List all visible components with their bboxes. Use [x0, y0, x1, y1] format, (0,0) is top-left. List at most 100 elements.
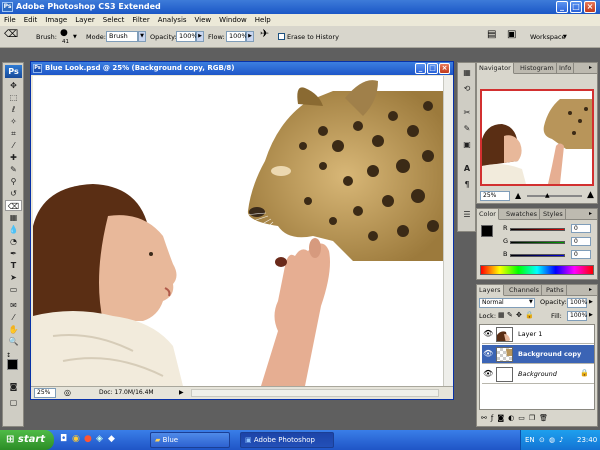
browser-icon[interactable]: ◉: [72, 434, 80, 444]
foreground-color-swatch[interactable]: [7, 359, 18, 370]
navigator-zoom-slider[interactable]: [527, 195, 582, 197]
quick-launch-icon[interactable]: ◆: [108, 434, 115, 444]
navigator-zoom-input[interactable]: 25%: [480, 191, 510, 201]
layer-row-layer-1[interactable]: 👁 Layer 1: [482, 325, 594, 344]
red-slider[interactable]: [510, 228, 565, 231]
zoom-out-icon[interactable]: ▲: [515, 191, 521, 200]
taskbar-button-photoshop[interactable]: ▣ Adobe Photoshop CS...: [240, 432, 334, 448]
color-ramp[interactable]: [480, 265, 594, 275]
eraser-tool-icon[interactable]: ⌫: [4, 30, 18, 40]
green-value-input[interactable]: 0: [571, 237, 591, 246]
start-button[interactable]: ⊞ start: [0, 430, 54, 450]
brushes-panel-icon[interactable]: ✎: [461, 123, 473, 135]
menu-analysis[interactable]: Analysis: [154, 14, 191, 26]
lock-pixels-icon[interactable]: ✎: [507, 311, 513, 319]
crop-tool-icon[interactable]: ⌗: [5, 128, 22, 139]
green-slider[interactable]: [510, 241, 565, 244]
pen-tool-icon[interactable]: ✒: [5, 248, 22, 259]
layer-opacity-input[interactable]: 100%: [567, 298, 587, 308]
navigator-panel-icon[interactable]: ▦: [461, 67, 473, 79]
menu-layer[interactable]: Layer: [71, 14, 99, 26]
history-brush-tool-icon[interactable]: ↺: [5, 188, 22, 199]
menu-filter[interactable]: Filter: [128, 14, 153, 26]
path-selection-tool-icon[interactable]: ➤: [5, 272, 22, 283]
tab-channels[interactable]: Channels: [507, 285, 543, 296]
tab-paths[interactable]: Paths: [544, 285, 567, 296]
blur-tool-icon[interactable]: 💧: [5, 224, 22, 235]
healing-brush-tool-icon[interactable]: ✚: [5, 152, 22, 163]
link-layers-icon[interactable]: ⚯: [481, 414, 491, 422]
document-title-bar[interactable]: Ps Blue Look.psd @ 25% (Background copy,…: [31, 62, 453, 75]
lock-position-icon[interactable]: ✥: [516, 311, 522, 319]
blend-mode-dropdown-icon[interactable]: ▼: [529, 299, 533, 305]
erase-to-history-checkbox[interactable]: [278, 33, 285, 40]
doc-maximize-button[interactable]: □: [427, 63, 438, 74]
visibility-eye-icon[interactable]: 👁: [483, 369, 493, 379]
quick-mask-icon[interactable]: ◙: [5, 381, 22, 392]
fill-slider-icon[interactable]: ▶: [589, 312, 593, 318]
vertical-scrollbar[interactable]: [443, 76, 453, 386]
menu-file[interactable]: File: [0, 14, 20, 26]
new-layer-icon[interactable]: ❐: [529, 414, 539, 422]
marquee-tool-icon[interactable]: ⬚: [5, 92, 22, 103]
tab-navigator[interactable]: Navigator: [477, 63, 514, 74]
tab-color[interactable]: Color: [477, 209, 499, 220]
lasso-tool-icon[interactable]: ℓ: [5, 104, 22, 115]
navigator-preview[interactable]: [480, 89, 594, 186]
zoom-tool-icon[interactable]: 🔍: [5, 336, 22, 347]
swap-colors-icon[interactable]: ↕: [6, 352, 11, 359]
red-value-input[interactable]: 0: [571, 224, 591, 233]
tab-info[interactable]: Info: [557, 63, 575, 74]
workspace-button[interactable]: Workspace: [530, 32, 566, 42]
tab-layers[interactable]: Layers: [477, 285, 504, 296]
magic-wand-tool-icon[interactable]: ✧: [5, 116, 22, 127]
show-desktop-icon[interactable]: ◘: [60, 434, 67, 444]
move-tool-icon[interactable]: ✥: [5, 80, 22, 91]
visibility-eye-icon[interactable]: 👁: [483, 349, 493, 359]
mode-dropdown-icon[interactable]: ▼: [138, 31, 146, 42]
photoshop-logo[interactable]: Ps: [5, 65, 22, 78]
layer-row-background-copy[interactable]: 👁 Background copy: [482, 345, 594, 364]
menu-help[interactable]: Help: [251, 14, 275, 26]
flow-slider-icon[interactable]: ▶: [246, 31, 254, 42]
character-panel-icon[interactable]: A: [461, 163, 473, 175]
fill-input[interactable]: 100%: [567, 311, 587, 321]
maximize-button[interactable]: □: [570, 1, 582, 13]
tray-icon-2[interactable]: ◍: [549, 430, 555, 450]
tab-histogram[interactable]: Histogram: [518, 63, 557, 74]
doc-close-button[interactable]: ×: [439, 63, 450, 74]
opacity-slider-icon[interactable]: ▶: [196, 31, 204, 42]
horizontal-scrollbar[interactable]: [191, 389, 439, 397]
eyedropper-sample-tool-icon[interactable]: ⁄: [5, 312, 22, 323]
doc-minimize-button[interactable]: _: [415, 63, 426, 74]
tab-styles[interactable]: Styles: [541, 209, 566, 220]
screen-mode-icon[interactable]: ▢: [5, 397, 22, 408]
layer-opacity-slider-icon[interactable]: ▶: [589, 299, 593, 305]
airbrush-icon[interactable]: ✈: [260, 28, 269, 39]
opacity-input[interactable]: 100%: [176, 31, 198, 42]
visibility-eye-icon[interactable]: 👁: [483, 329, 493, 339]
close-button[interactable]: ×: [584, 1, 596, 13]
explorer-icon[interactable]: ◈: [96, 434, 103, 444]
blue-value-input[interactable]: 0: [571, 250, 591, 259]
file-browser-icon[interactable]: ▤: [487, 30, 496, 40]
paragraph-panel-icon[interactable]: ¶: [461, 179, 473, 191]
menu-image[interactable]: Image: [41, 14, 71, 26]
status-menu-icon[interactable]: ▶: [179, 387, 184, 399]
zoom-slider-thumb[interactable]: ▲: [545, 192, 550, 199]
new-group-icon[interactable]: ▭: [518, 414, 529, 422]
delete-layer-icon[interactable]: 🗑: [539, 414, 552, 422]
layer-mask-icon[interactable]: ◙: [497, 414, 508, 422]
layer-comps-icon[interactable]: ☰: [461, 209, 473, 221]
shape-tool-icon[interactable]: ▭: [5, 284, 22, 295]
workspace-dropdown-icon[interactable]: ▼: [563, 32, 567, 42]
notes-tool-icon[interactable]: ✉: [5, 300, 22, 311]
color-foreground-swatch[interactable]: [481, 225, 493, 237]
tools-preset-icon[interactable]: ✂: [461, 107, 473, 119]
panel-menu-icon[interactable]: ▸: [589, 64, 592, 71]
blue-slider[interactable]: [510, 254, 565, 257]
type-tool-icon[interactable]: T: [5, 260, 22, 271]
gradient-tool-icon[interactable]: ▦: [5, 212, 22, 223]
history-panel-icon[interactable]: ⟲: [461, 83, 473, 95]
menu-select[interactable]: Select: [99, 14, 129, 26]
